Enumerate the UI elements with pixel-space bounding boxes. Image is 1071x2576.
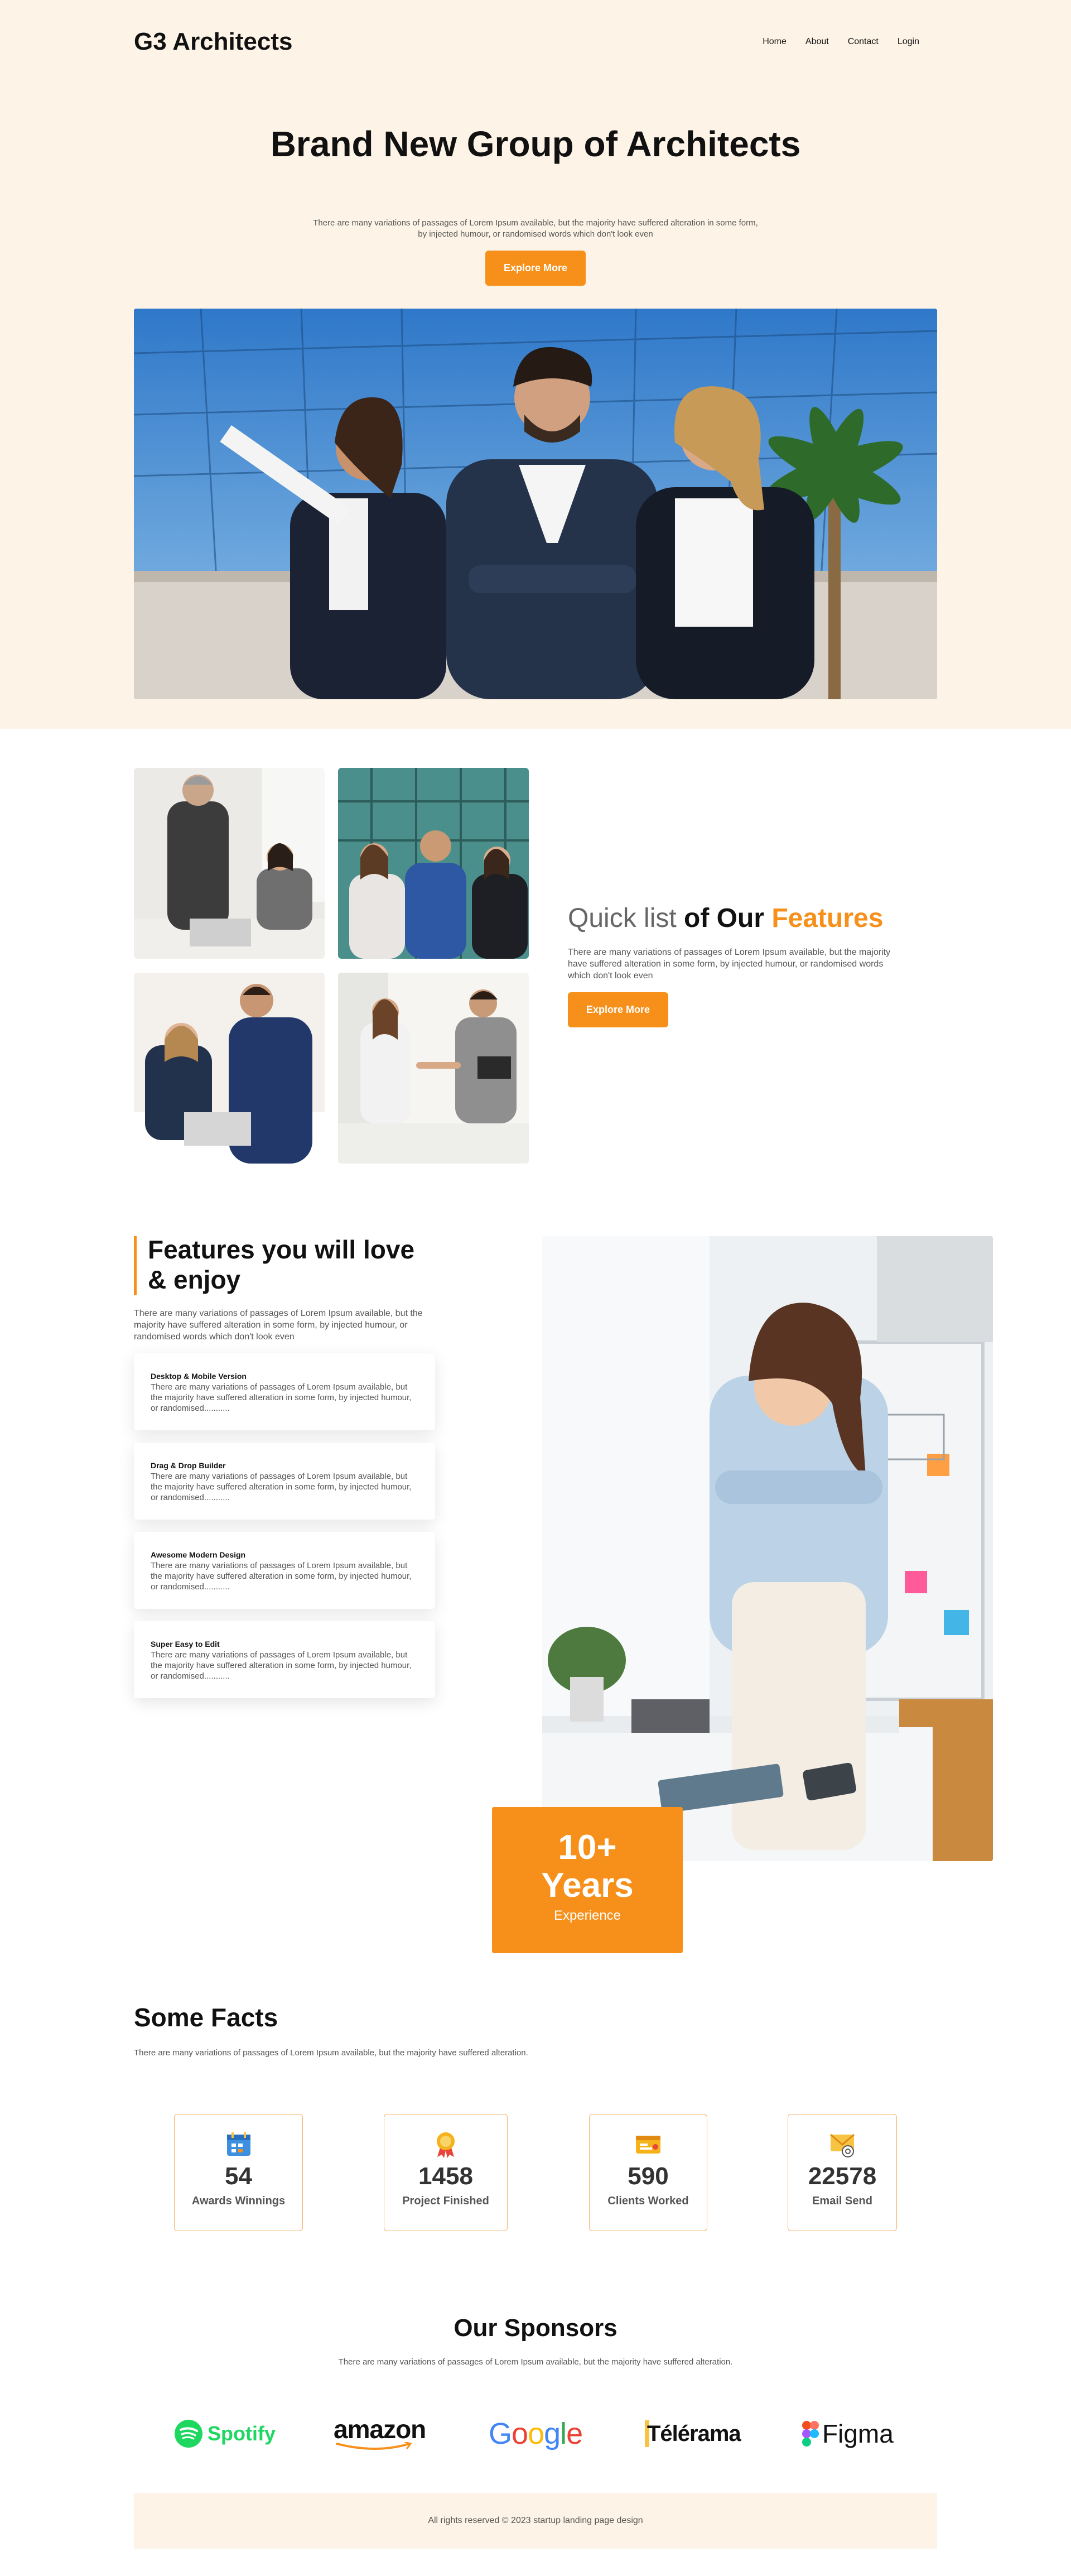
experience-years-word: Years [541, 1866, 634, 1905]
quick-list-title-part2: of Our [676, 903, 772, 933]
sponsors-subtitle: There are many variations of passages of… [338, 2357, 733, 2367]
feature-card[interactable]: Super Easy to Edit There are many variat… [134, 1621, 435, 1698]
quick-list-title-part3: Features [771, 903, 884, 933]
fact-number: 590 [628, 2162, 669, 2190]
colleagues-laptop-photo [134, 973, 325, 1164]
google-logo[interactable]: Google [489, 2414, 583, 2453]
footer: All rights reserved © 2023 startup landi… [134, 2493, 937, 2549]
amazon-smile-icon [336, 2442, 412, 2450]
top-nav: Home About Contact Login [763, 37, 919, 47]
quick-list-explore-button[interactable]: Explore More [568, 992, 668, 1027]
footer-copyright: All rights reserved © 2023 startup landi… [428, 2516, 643, 2525]
feature-card-text: There are many variations of passages of… [151, 1472, 412, 1503]
team-outside-photo [338, 768, 529, 959]
google-wordmark: Google [489, 2417, 583, 2450]
spotify-wordmark: Spotify [208, 2422, 276, 2445]
fact-number: 22578 [808, 2162, 877, 2190]
feature-card-text: There are many variations of passages of… [151, 1382, 412, 1414]
feature-card-title: Drag & Drop Builder [151, 1461, 226, 1470]
amazon-logo[interactable]: amazon [334, 2414, 426, 2453]
amazon-wordmark: amazon [334, 2415, 426, 2444]
email-icon [828, 2130, 856, 2158]
nav-about[interactable]: About [805, 37, 829, 47]
experience-badge: 10+ Years Experience [492, 1807, 683, 1953]
brand-logo[interactable]: G3 Architects [134, 28, 292, 56]
fact-number: 54 [225, 2162, 252, 2190]
feature-card-title: Awesome Modern Design [151, 1550, 246, 1559]
facts-title: Some Facts [134, 2003, 278, 2032]
feature-card-text: There are many variations of passages of… [151, 1650, 412, 1681]
figma-wordmark: Figma [822, 2419, 894, 2448]
fact-card-emails: 22578 Email Send [788, 2114, 897, 2231]
feature-card-title: Super Easy to Edit [151, 1640, 220, 1649]
spotify-icon [175, 2420, 202, 2448]
nav-home[interactable]: Home [763, 37, 787, 47]
facts-subtitle: There are many variations of passages of… [134, 2048, 528, 2058]
quick-list-title-part1: Quick list [568, 903, 677, 933]
quick-list-subtitle: There are many variations of passages of… [568, 948, 891, 981]
id-card-icon [634, 2130, 662, 2158]
award-ribbon-icon [432, 2130, 460, 2158]
fact-card-clients: 590 Clients Worked [589, 2114, 707, 2231]
feature-card[interactable]: Drag & Drop Builder There are many varia… [134, 1443, 435, 1520]
hero-title: Brand New Group of Architects [270, 124, 801, 164]
office-meeting-photo [134, 768, 325, 959]
calendar-icon [225, 2130, 253, 2158]
figma-icon [802, 2421, 819, 2447]
architect-woman-photo [542, 1236, 993, 1861]
fact-label: Clients Worked [607, 2195, 689, 2207]
sponsors-title: Our Sponsors [454, 2314, 617, 2342]
features-title: Features you will love & enjoy [148, 1235, 415, 1295]
feature-card[interactable]: Desktop & Mobile Version There are many … [134, 1353, 435, 1430]
feature-card-text: There are many variations of passages of… [151, 1561, 412, 1592]
fact-label: Project Finished [402, 2195, 489, 2207]
spotify-logo[interactable]: Spotify [174, 2414, 276, 2453]
telerama-wordmark: Télérama [647, 2421, 741, 2446]
nav-contact[interactable]: Contact [848, 37, 879, 47]
hero-team-photo [134, 309, 937, 699]
fact-number: 1458 [418, 2162, 473, 2190]
features-subtitle: There are many variations of passages of… [134, 1309, 423, 1342]
page: G3 Architects Home About Contact Login B… [0, 0, 1071, 2576]
hero-section: G3 Architects Home About Contact Login B… [0, 0, 1071, 729]
hero-subtitle: There are many variations of passages of… [313, 218, 758, 239]
features-accent-bar [134, 1236, 137, 1295]
fact-label: Awards Winnings [191, 2195, 286, 2207]
feature-card-title: Desktop & Mobile Version [151, 1372, 247, 1381]
quick-list-title: Quick list of Our Features [568, 903, 883, 934]
handshake-photo [338, 973, 529, 1164]
nav-login[interactable]: Login [898, 37, 919, 47]
experience-label: Experience [553, 1907, 621, 1923]
fact-card-projects: 1458 Project Finished [384, 2114, 508, 2231]
fact-label: Email Send [812, 2195, 872, 2207]
fact-card-awards: 54 Awards Winnings [174, 2114, 303, 2231]
figma-logo[interactable]: Figma [802, 2414, 894, 2453]
hero-explore-button[interactable]: Explore More [485, 251, 586, 286]
feature-card[interactable]: Awesome Modern Design There are many var… [134, 1532, 435, 1609]
telerama-logo[interactable]: Télérama [645, 2414, 741, 2453]
experience-years-number: 10+ [558, 1828, 617, 1867]
